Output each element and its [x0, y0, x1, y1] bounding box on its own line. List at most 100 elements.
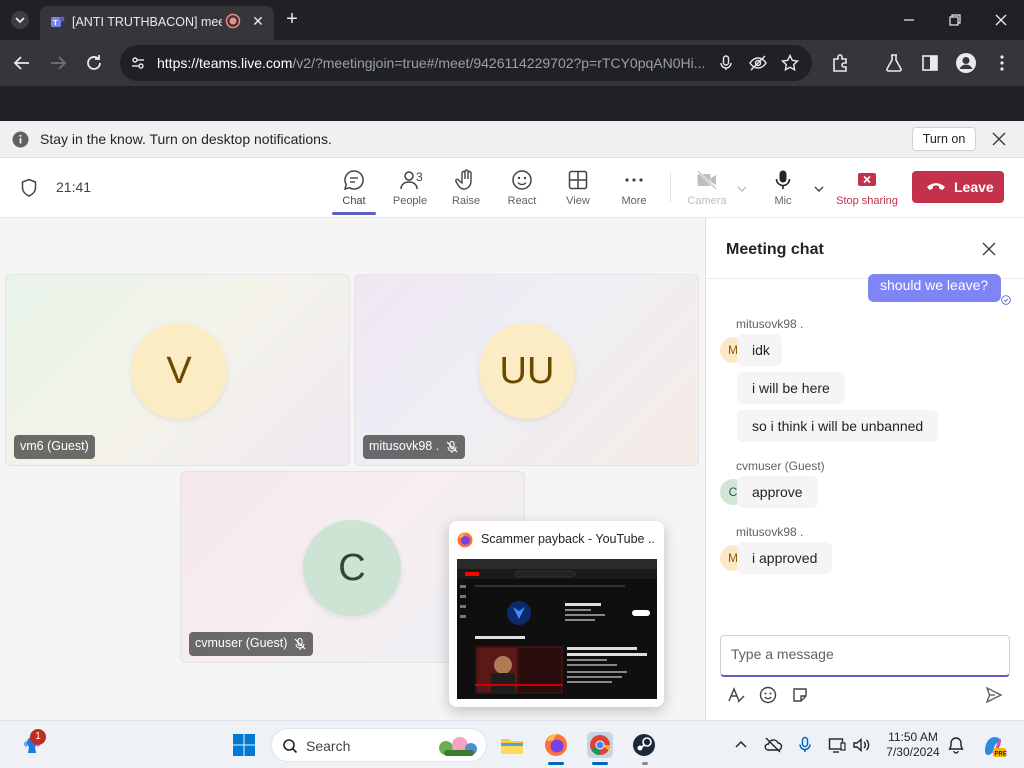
- message-sender: mitusovk98 .: [736, 525, 804, 539]
- teams-favicon-icon: T: [50, 14, 66, 30]
- mic-options-chevron-icon[interactable]: [813, 182, 825, 194]
- browser-tab-active[interactable]: T [ANTI TRUTHBACON] meeting ✕: [40, 6, 274, 40]
- firefox-running-indicator: [548, 762, 564, 765]
- steam-icon[interactable]: [630, 731, 658, 759]
- react-button[interactable]: React: [494, 168, 550, 212]
- steam-running-indicator: [642, 762, 648, 765]
- participant-name: vm6 (Guest): [14, 435, 95, 459]
- chevron-up-icon[interactable]: [731, 735, 751, 755]
- recording-icon: [225, 13, 241, 29]
- preview-thumbnail: [457, 559, 657, 699]
- more-icon: [625, 178, 643, 182]
- bookmark-star-icon[interactable]: [780, 53, 800, 73]
- mic-muted-icon: [446, 440, 458, 453]
- forward-icon[interactable]: [46, 51, 70, 75]
- file-explorer-icon[interactable]: [498, 731, 526, 759]
- clock-date: 7/30/2024: [886, 745, 940, 759]
- display-icon[interactable]: [827, 735, 847, 755]
- meeting-control-bar: 21:41 Chat 3 People Raise React View Mor…: [0, 158, 1024, 218]
- close-icon[interactable]: [990, 130, 1008, 148]
- chat-message[interactable]: approve: [737, 476, 818, 508]
- firefox-icon: [457, 532, 473, 548]
- message-sender: cvmuser (Guest): [736, 459, 825, 473]
- tab-title: [ANTI TRUTHBACON] meeting: [72, 15, 222, 29]
- chat-message[interactable]: i approved: [737, 542, 833, 574]
- message-input[interactable]: [731, 646, 991, 662]
- address-bar[interactable]: https://teams.live.com/v2/?meetingjoin=t…: [120, 45, 812, 81]
- volume-icon[interactable]: [851, 735, 871, 755]
- more-button[interactable]: More: [606, 168, 662, 212]
- people-count: 3: [416, 170, 423, 184]
- site-info-icon[interactable]: [128, 53, 148, 73]
- cloud-sync-off-icon[interactable]: [763, 735, 783, 755]
- emoji-icon[interactable]: [758, 685, 778, 705]
- stop-sharing-button[interactable]: Stop sharing: [832, 168, 902, 212]
- minimize-icon[interactable]: [897, 8, 921, 32]
- view-button[interactable]: View: [550, 168, 606, 212]
- chat-panel-title: Meeting chat: [726, 241, 824, 258]
- new-tab-button[interactable]: +: [282, 9, 302, 30]
- shield-icon: [20, 178, 38, 198]
- turn-on-button[interactable]: Turn on: [912, 127, 976, 151]
- chrome-taskbar-icon[interactable]: [586, 731, 614, 759]
- message-composer[interactable]: [720, 635, 1010, 677]
- labs-flask-icon[interactable]: [882, 51, 906, 75]
- taskbar-clock[interactable]: 11:50 AM 7/30/2024: [880, 730, 946, 760]
- back-icon[interactable]: [10, 51, 34, 75]
- notifications-bell-icon[interactable]: [946, 735, 966, 755]
- taskbar-search[interactable]: Search: [271, 728, 487, 762]
- more-label: More: [621, 195, 647, 207]
- search-label: Search: [306, 738, 351, 754]
- participant-name: mitusovk98 .: [363, 435, 466, 459]
- sticker-icon[interactable]: [790, 685, 810, 705]
- participant-name: cvmuser (Guest): [189, 632, 314, 656]
- participant-avatar: UU: [479, 323, 575, 419]
- camera-label: Camera: [687, 195, 727, 207]
- eye-off-icon[interactable]: [748, 53, 768, 73]
- browser-menu-icon[interactable]: [990, 51, 1014, 75]
- hang-up-icon: [927, 183, 945, 190]
- extensions-icon[interactable]: [829, 51, 853, 75]
- format-icon[interactable]: [726, 685, 746, 705]
- camera-off-icon: [697, 170, 717, 190]
- people-button[interactable]: 3 People: [382, 168, 438, 212]
- chat-message[interactable]: i will be here: [737, 372, 845, 404]
- firefox-taskbar-icon[interactable]: [542, 731, 570, 759]
- mic-button[interactable]: Mic: [755, 168, 811, 212]
- mic-tray-icon[interactable]: [795, 735, 815, 755]
- leave-button[interactable]: Leave: [912, 171, 1004, 203]
- raise-hand-button[interactable]: Raise: [438, 168, 494, 212]
- profile-avatar-icon[interactable]: [954, 51, 978, 75]
- search-icon: [283, 739, 298, 754]
- mic-in-use-icon[interactable]: [716, 53, 736, 73]
- camera-options-chevron-icon[interactable]: [736, 182, 748, 194]
- copilot-icon[interactable]: PRE: [979, 731, 1007, 759]
- tab-search-icon[interactable]: [10, 10, 30, 30]
- grid-view-icon: [568, 170, 588, 190]
- participant-tile[interactable]: UU mitusovk98 .: [354, 274, 699, 466]
- reload-icon[interactable]: [82, 51, 106, 75]
- leave-label: Leave: [954, 179, 994, 195]
- chrome-running-indicator: [592, 762, 608, 765]
- participant-tile[interactable]: V vm6 (Guest): [5, 274, 350, 466]
- url-text: https://teams.live.com/v2/?meetingjoin=t…: [157, 55, 706, 71]
- chat-message[interactable]: so i think i will be unbanned: [737, 410, 939, 442]
- side-panel-icon[interactable]: [918, 51, 942, 75]
- camera-button[interactable]: Camera: [679, 168, 735, 212]
- taskbar-window-preview[interactable]: Scammer payback - YouTube ...: [449, 521, 664, 707]
- toolbar-spacer: [0, 86, 1024, 121]
- start-icon[interactable]: [230, 731, 258, 759]
- read-receipt-icon: [1001, 292, 1011, 305]
- browser-tab-bar: T [ANTI TRUTHBACON] meeting ✕ +: [0, 0, 1024, 40]
- chat-active-indicator: [332, 212, 376, 215]
- own-message[interactable]: should we leave?: [868, 274, 1001, 302]
- message-sender: mitusovk98 .: [736, 317, 804, 331]
- close-window-icon[interactable]: [989, 8, 1013, 32]
- chat-button[interactable]: Chat: [326, 168, 382, 212]
- restore-icon[interactable]: [943, 8, 967, 32]
- send-icon[interactable]: [984, 685, 1004, 705]
- tab-close-icon[interactable]: ✕: [250, 13, 266, 29]
- windows-taskbar: 1 Search 11:50 AM 7/30/2024 PRE: [0, 720, 1024, 768]
- chat-message[interactable]: idk: [737, 334, 782, 366]
- close-chat-icon[interactable]: [980, 240, 998, 258]
